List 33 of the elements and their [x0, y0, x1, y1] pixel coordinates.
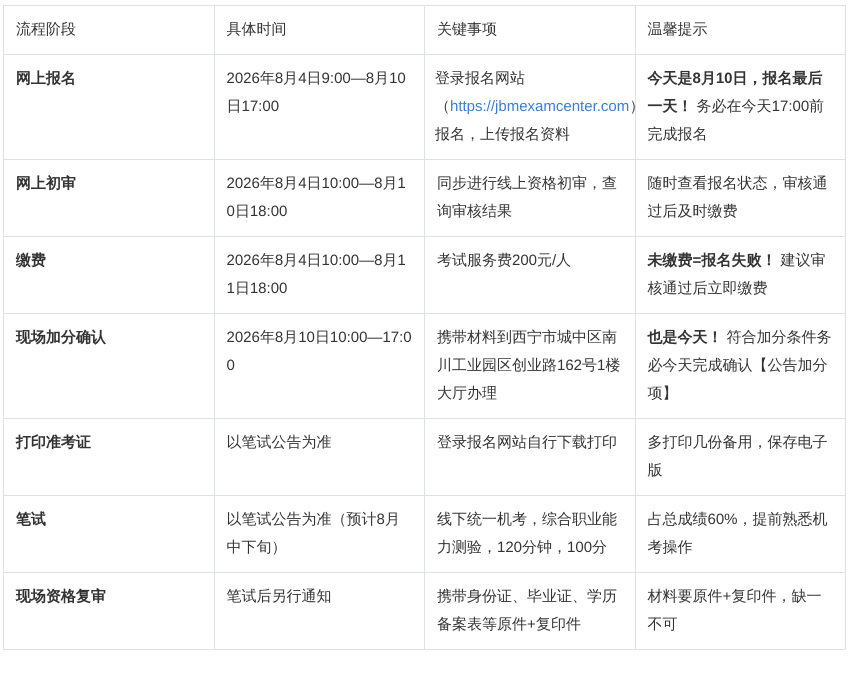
column-header: 流程阶段: [4, 6, 214, 54]
table-cell: 打印准考证: [4, 418, 214, 496]
table-cell: 随时查看报名状态，审核通过后及时缴费: [635, 160, 846, 236]
column-header: 具体时间: [214, 6, 424, 54]
table-cell: 携带材料到西宁市城中区南川工业园区创业路162号1楼大厅办理: [424, 314, 635, 418]
table-cell: 现场资格复审: [4, 572, 214, 650]
table-cell: 考试服务费200元/人: [424, 236, 635, 314]
table-cell: 缴费: [4, 236, 214, 314]
table-cell: 登录报名网站（https://jbmexamcenter.com）报名，上传报名资料: [424, 54, 635, 160]
column-header: 关键事项: [424, 6, 635, 54]
table-cell: 笔试: [4, 496, 214, 572]
table-cell: 占总成绩60%，提前熟悉机考操作: [635, 496, 846, 572]
table-cell: 以笔试公告为准: [214, 418, 424, 496]
table-cell: 2026年8月4日10:00—8月10日18:00: [214, 160, 424, 236]
table-cell: 也是今天！ 符合加分条件务必今天完成确认【公告加分项】: [635, 314, 846, 418]
column-header: 温馨提示: [635, 6, 846, 54]
table-cell: 网上报名: [4, 54, 214, 160]
table-cell: 线下统一机考，综合职业能力测验，120分钟，100分: [424, 496, 635, 572]
table-cell: 未缴费=报名失败！ 建议审核通过后立即缴费: [635, 236, 846, 314]
table-cell: 现场加分确认: [4, 314, 214, 418]
table-cell: 2026年8月4日9:00—8月10日17:00: [214, 54, 424, 160]
table-cell: 笔试后另行通知: [214, 572, 424, 650]
table-cell: 携带身份证、毕业证、学历备案表等原件+复印件: [424, 572, 635, 650]
table-cell: 同步进行线上资格初审，查询审核结果: [424, 160, 635, 236]
table-cell: 登录报名网站自行下载打印: [424, 418, 635, 496]
table-cell: 材料要原件+复印件，缺一不可: [635, 572, 846, 650]
table-cell: 网上初审: [4, 160, 214, 236]
table-cell: 2026年8月10日10:00—17:00: [214, 314, 424, 418]
table-cell: 今天是8月10日，报名最后一天！ 务必在今天17:00前完成报名: [635, 54, 846, 160]
table-cell: 2026年8月4日10:00—8月11日18:00: [214, 236, 424, 314]
website-link[interactable]: https://jbmexamcenter.com: [450, 98, 630, 115]
table-cell: 多打印几份备用，保存电子版: [635, 418, 846, 496]
table-cell: 以笔试公告为准（预计8月中下旬）: [214, 496, 424, 572]
